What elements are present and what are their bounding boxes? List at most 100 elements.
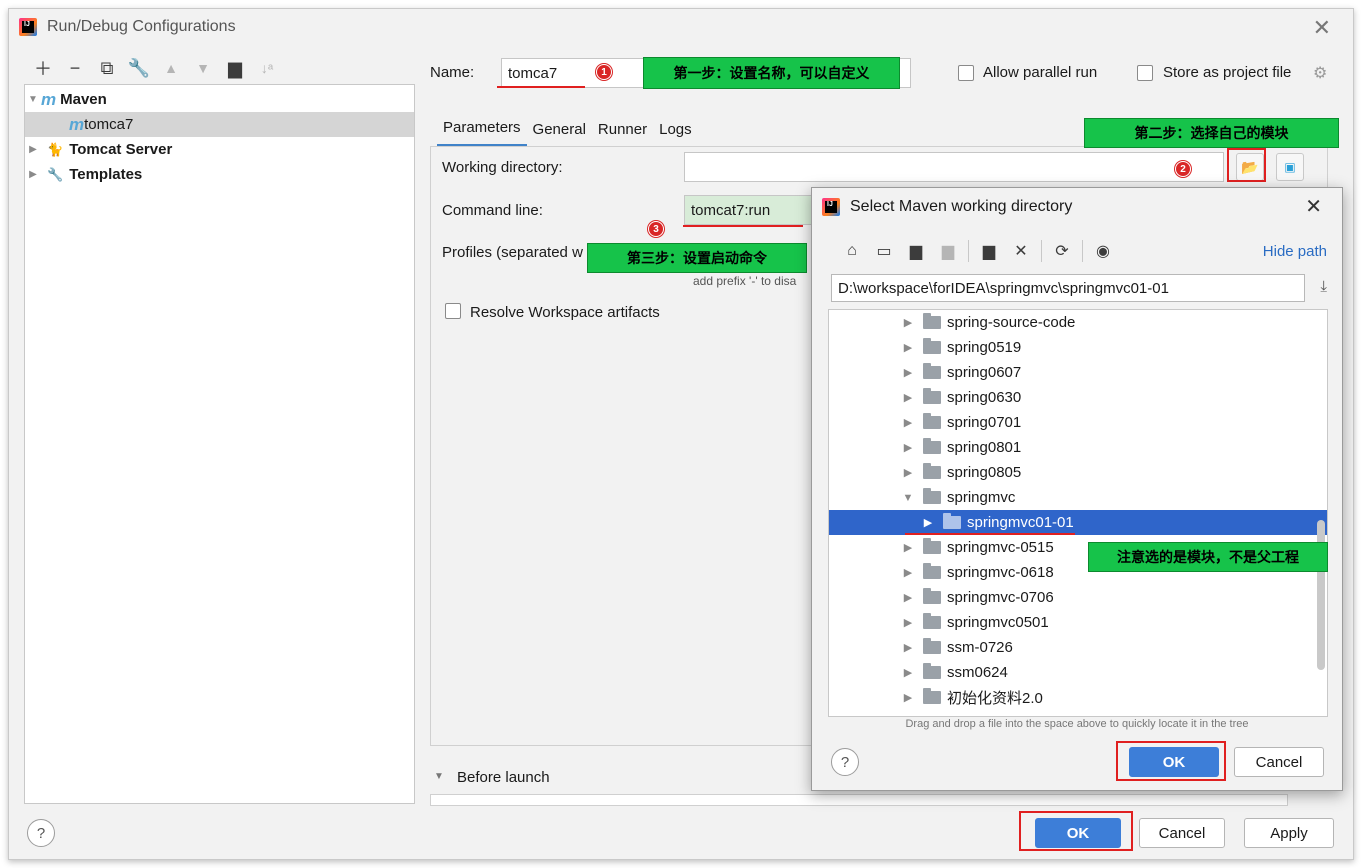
folder-row[interactable]: ▶ spring0801 [829, 435, 1327, 460]
dialog-cancel-button[interactable]: Cancel [1234, 747, 1324, 777]
folder-icon [923, 563, 941, 579]
folder-label: springmvc01-01 [967, 514, 1074, 531]
collapse-arrow-icon[interactable]: ▶ [901, 391, 915, 404]
expand-arrow-icon[interactable]: ▼ [901, 492, 915, 504]
command-line-field[interactable]: tomcat7:run [684, 195, 814, 225]
apply-button[interactable]: Apply [1244, 818, 1334, 848]
project-folder-icon[interactable]: ▆ [900, 240, 932, 262]
collapse-arrow-icon[interactable]: ▶ [901, 591, 915, 604]
add-icon[interactable]: ＋ [27, 57, 59, 79]
working-directory-field[interactable] [684, 152, 1224, 182]
folder-label: springmvc-0515 [947, 539, 1054, 556]
collapse-arrow-icon[interactable]: ▶ [901, 416, 915, 429]
store-project-checkbox[interactable] [1137, 65, 1153, 81]
collapse-arrow-icon[interactable]: ▶ [901, 616, 915, 629]
collapse-arrow-icon[interactable]: ▶ [25, 144, 41, 155]
tree-item-label: Templates [69, 166, 143, 183]
move-up-icon[interactable]: ▲ [155, 57, 187, 79]
tree-item-label: tomca7 [84, 116, 134, 133]
folder-row[interactable]: ▶ spring0701 [829, 410, 1327, 435]
folder-row[interactable]: ▶ ssm-0726 [829, 635, 1327, 660]
tree-item-templates[interactable]: ▶ 🔧 Templates [25, 162, 414, 187]
config-toolbar: ＋ − ⧉ 🔧 ▲ ▼ ▆ ↓ᵃ [27, 57, 283, 80]
remove-icon[interactable]: − [59, 57, 91, 79]
title-bar: Run/Debug Configurations ✕ [9, 9, 1353, 45]
refresh-icon[interactable]: ⟳ [1046, 240, 1078, 262]
name-label: Name: [430, 64, 475, 81]
help-button[interactable]: ? [27, 819, 55, 847]
folder-row[interactable]: ▶ spring0519 [829, 335, 1327, 360]
wrench-icon[interactable]: 🔧 [123, 57, 155, 79]
delete-icon[interactable]: ✕ [1005, 240, 1037, 262]
close-icon[interactable]: ✕ [1313, 15, 1331, 41]
folder-label: ssm0624 [947, 664, 1008, 681]
collapse-arrow-icon[interactable]: ▶ [901, 641, 915, 654]
sort-icon[interactable]: ↓ᵃ [251, 57, 283, 79]
cancel-button[interactable]: Cancel [1139, 818, 1225, 848]
path-input[interactable]: D:\workspace\forIDEA\springmvc\springmvc… [831, 274, 1305, 302]
home-icon[interactable]: ⌂ [836, 240, 868, 262]
folder-row[interactable]: ▶ spring0630 [829, 385, 1327, 410]
select-module-button[interactable]: ▣ [1276, 153, 1304, 181]
folder-row[interactable]: ▶ 初始化资料2.0 [829, 685, 1327, 710]
desktop-icon[interactable]: ▭ [868, 240, 900, 262]
tab-general[interactable]: General [527, 111, 592, 147]
folder-icon [923, 613, 941, 629]
note-annotation: 注意选的是模块，不是父工程 [1088, 542, 1328, 572]
collapse-arrow-icon[interactable]: ▶ [901, 691, 915, 704]
collapse-arrow-icon[interactable]: ▼ [434, 771, 444, 782]
copy-icon[interactable]: ⧉ [91, 57, 123, 79]
folder-row[interactable]: ▶ springmvc-0706 [829, 585, 1327, 610]
collapse-arrow-icon[interactable]: ▶ [901, 566, 915, 579]
collapse-arrow-icon[interactable]: ▶ [901, 441, 915, 454]
tab-runner[interactable]: Runner [592, 111, 653, 147]
collapse-arrow-icon[interactable]: ▶ [901, 541, 915, 554]
toolbar-separator [968, 240, 969, 262]
dialog-ok-highlight-box [1116, 741, 1226, 781]
expand-arrow-icon[interactable]: ▼ [25, 94, 41, 105]
collapse-arrow-icon[interactable]: ▶ [901, 341, 915, 354]
dialog-toolbar: ⌂ ▭ ▆ ▆ ▆ ✕ ⟳ ◉ [836, 240, 1119, 262]
new-folder-icon[interactable]: ▆ [973, 240, 1005, 262]
dialog-close-icon[interactable]: ✕ [1305, 194, 1322, 219]
gear-icon[interactable]: ⚙ [1313, 63, 1327, 83]
maven-icon: m [69, 114, 85, 134]
folder-row-selected[interactable]: ▶ springmvc01-01 [829, 510, 1327, 535]
folder-icon [923, 688, 941, 704]
folder-icon [923, 588, 941, 604]
intellij-logo-icon [822, 198, 840, 216]
folder-icon [943, 513, 961, 529]
tab-logs[interactable]: Logs [653, 111, 698, 147]
folder-row[interactable]: ▶ spring-source-code [829, 310, 1327, 335]
folder-row[interactable]: ▶ springmvc0501 [829, 610, 1327, 635]
collapse-arrow-icon[interactable]: ▶ [901, 366, 915, 379]
config-tabs: Parameters General Runner Logs [437, 111, 698, 147]
show-hidden-icon[interactable]: ◉ [1087, 240, 1119, 262]
step-badge-1: 1 [596, 64, 612, 80]
main-ok-highlight-box [1019, 811, 1133, 851]
step2-annotation: 第二步：选择自己的模块 [1084, 118, 1339, 148]
collapse-arrow-icon[interactable]: ▶ [921, 516, 935, 529]
move-down-icon[interactable]: ▼ [187, 57, 219, 79]
folder-row[interactable]: ▶ spring0805 [829, 460, 1327, 485]
folder-row[interactable]: ▶ ssm0624 [829, 660, 1327, 685]
resolve-workspace-checkbox[interactable] [445, 303, 461, 319]
name-underline [497, 86, 585, 88]
collapse-arrow-icon[interactable]: ▶ [901, 666, 915, 679]
tree-item-maven[interactable]: ▼ m Maven [25, 87, 414, 112]
tree-item-tomcat-server[interactable]: ▶ 🐈 Tomcat Server [25, 137, 414, 162]
tree-item-tomca7[interactable]: m tomca7 [25, 112, 414, 137]
collapse-arrow-icon[interactable]: ▶ [901, 316, 915, 329]
hide-path-link[interactable]: Hide path [1263, 243, 1327, 260]
allow-parallel-checkbox[interactable] [958, 65, 974, 81]
dialog-help-button[interactable]: ? [831, 748, 859, 776]
module-folder-icon[interactable]: ▆ [932, 240, 964, 262]
collapse-arrow-icon[interactable]: ▶ [901, 466, 915, 479]
tab-parameters[interactable]: Parameters [437, 111, 527, 147]
folder-row[interactable]: ▶ spring0607 [829, 360, 1327, 385]
collapse-arrow-icon[interactable]: ▶ [25, 169, 41, 180]
new-folder-icon[interactable]: ▆ [219, 57, 251, 79]
folder-row-springmvc[interactable]: ▼ springmvc [829, 485, 1327, 510]
working-directory-label: Working directory: [442, 159, 563, 176]
download-icon[interactable]: ⤓ [1320, 278, 1327, 295]
